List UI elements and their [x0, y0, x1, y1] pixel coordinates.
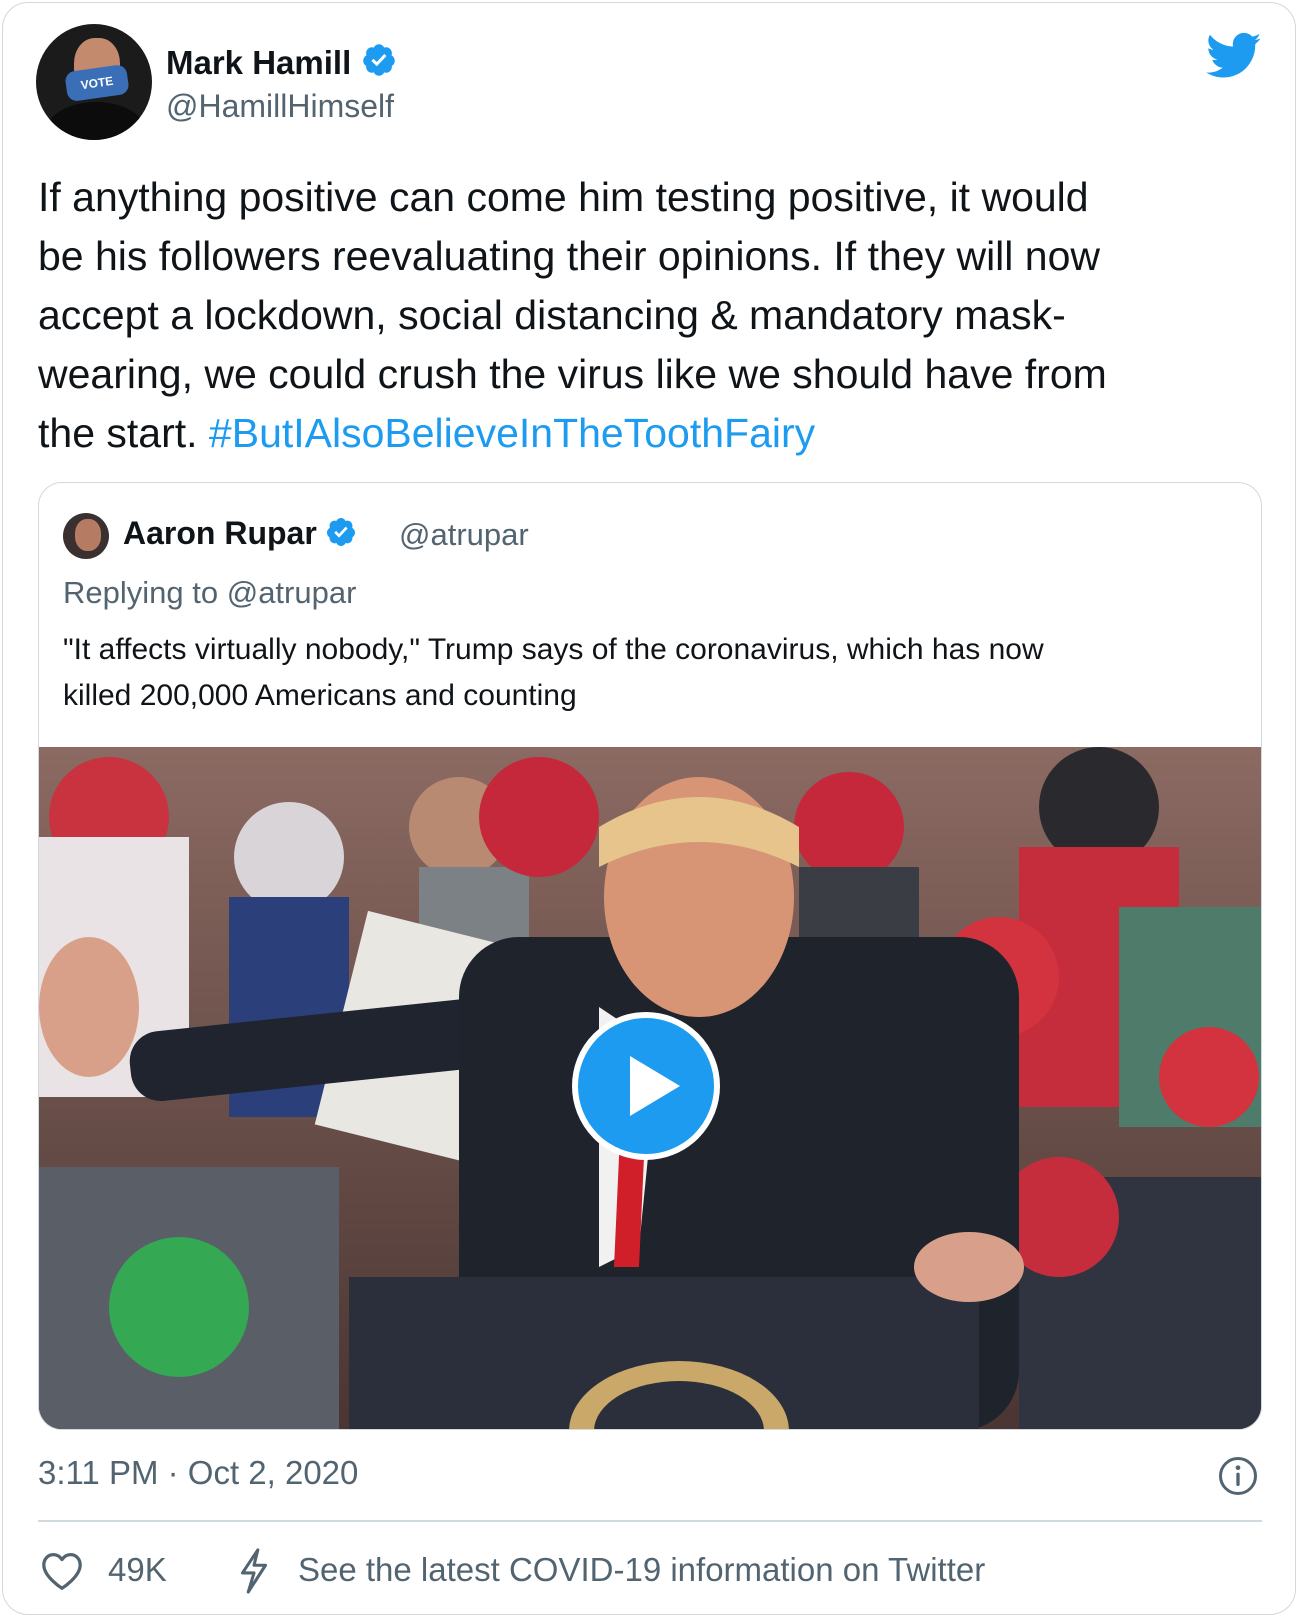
quoted-author-handle[interactable]: @atrupar — [399, 517, 529, 553]
info-icon[interactable] — [1218, 1456, 1258, 1496]
author-avatar[interactable]: VOTE — [36, 24, 152, 140]
author-name-row[interactable]: Mark Hamill — [166, 42, 397, 82]
quoted-avatar-face — [75, 519, 101, 551]
heart-icon[interactable] — [40, 1551, 84, 1591]
quoted-text-line: killed 200,000 Americans and counting — [63, 679, 577, 712]
replying-to-mention[interactable]: @atrupar — [227, 575, 357, 610]
tweet-text-line: the start. — [38, 410, 209, 456]
replying-to: Replying to @atrupar — [63, 575, 356, 611]
author-handle[interactable]: @HamillHimself — [166, 88, 394, 125]
lightning-icon — [240, 1548, 268, 1594]
avatar-body — [46, 102, 146, 140]
tweet-timestamp[interactable]: 3:11 PM · Oct 2, 2020 — [38, 1454, 358, 1492]
covid-info-link[interactable]: See the latest COVID-19 information on T… — [298, 1551, 985, 1589]
tweet-text-last-line: the start. #ButIAlsoBelieveInTheToothFai… — [38, 404, 1258, 463]
video-player[interactable] — [39, 747, 1261, 1429]
quoted-tweet-text: "It affects virtually nobody," Trump say… — [63, 627, 1233, 719]
quoted-tweet[interactable]: Aaron Rupar @atrupar Replying to @atrupa… — [38, 482, 1262, 1430]
tweet-text-line: accept a lockdown, social distancing & m… — [38, 292, 1066, 338]
quoted-author-name-row[interactable]: Aaron Rupar — [123, 515, 357, 552]
quoted-author-avatar[interactable] — [63, 513, 109, 559]
tweet-text: If anything positive can come him testin… — [38, 168, 1258, 463]
twitter-bird-icon[interactable] — [1206, 32, 1262, 80]
play-button[interactable] — [572, 1012, 720, 1160]
verified-badge-icon — [363, 44, 395, 76]
tweet-text-line: wearing, we could crush the virus like w… — [38, 351, 1107, 397]
like-count[interactable]: 49K — [108, 1551, 167, 1589]
author-name[interactable]: Mark Hamill — [166, 44, 351, 81]
quoted-text-line: "It affects virtually nobody," Trump say… — [63, 633, 1044, 666]
play-icon — [630, 1056, 680, 1116]
verified-badge-icon — [326, 518, 355, 546]
divider — [38, 1520, 1262, 1522]
hashtag-link[interactable]: #ButIAlsoBelieveInTheToothFairy — [209, 410, 815, 456]
tweet-text-line: If anything positive can come him testin… — [38, 174, 1089, 220]
quoted-author-name[interactable]: Aaron Rupar — [123, 515, 317, 551]
replying-prefix: Replying to — [63, 575, 227, 610]
tweet-text-line: be his followers reevaluating their opin… — [38, 233, 1100, 279]
